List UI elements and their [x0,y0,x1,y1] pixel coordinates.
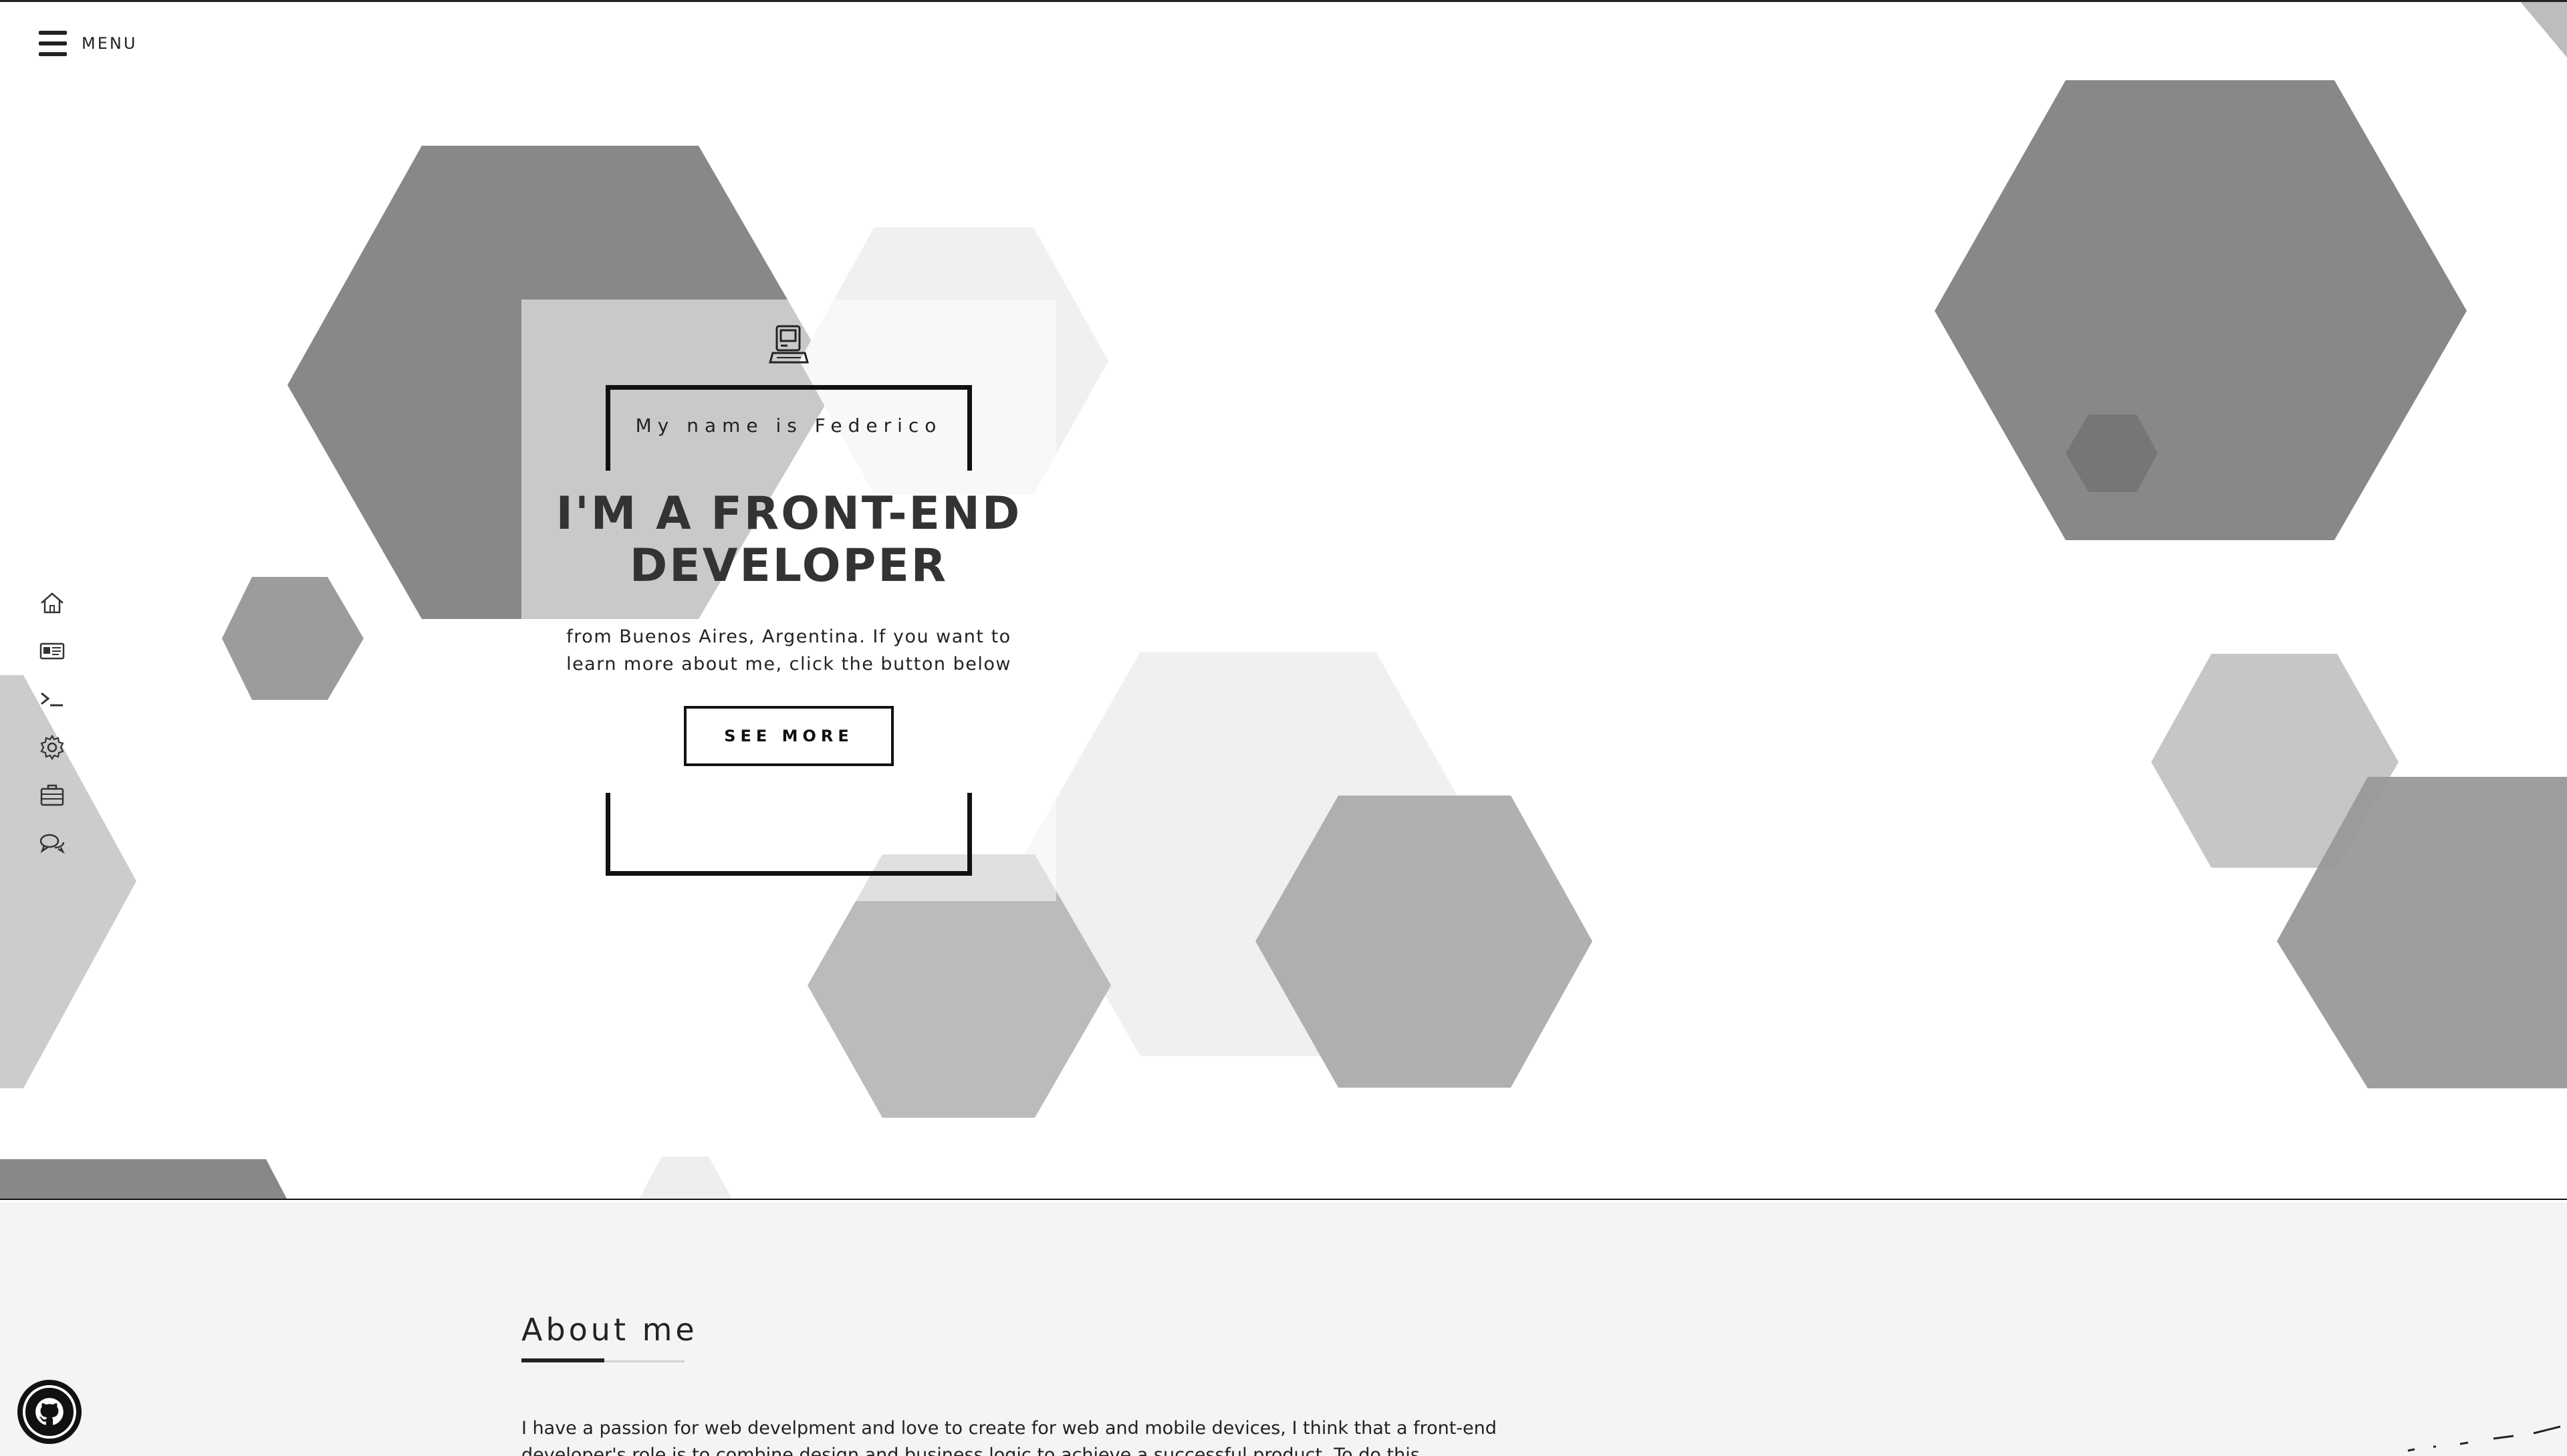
terminal-icon [41,692,63,707]
hero-section: My name is Federico I'M A FRONT-END DEVE… [0,0,2567,1200]
briefcase-icon [40,784,64,806]
nav-settings[interactable] [37,733,67,762]
about-title: About me [521,1312,698,1348]
gear-icon [40,734,64,761]
decorative-scribble [2407,1425,2561,1452]
github-link[interactable] [17,1380,82,1444]
nav-portfolio[interactable] [37,781,67,810]
computer-icon [769,325,809,364]
hexagon-background [0,0,2567,1200]
hamburger-icon [39,31,67,56]
see-more-button[interactable]: SEE MORE [684,706,894,766]
page: My name is Federico I'M A FRONT-END DEVE… [0,0,2567,1456]
about-section: About me I have a passion for web develp… [0,1203,2567,1456]
nav-about[interactable] [37,636,67,666]
hexagon-shape [222,577,364,700]
github-icon [35,1398,64,1425]
hero-tagline: My name is Federico [635,414,943,437]
about-paragraph: I have a passion for web develpment and … [521,1418,1497,1439]
top-border [0,0,2567,2]
hero-subtitle: from Buenos Aires, Argentina. If you wan… [566,626,1011,675]
hero-title: I'M A FRONT-END DEVELOPER [521,488,1056,592]
side-nav [37,588,67,858]
chat-bubbles-icon [39,834,65,854]
nav-home[interactable] [37,588,67,618]
intro-card: My name is Federico I'M A FRONT-END DEVE… [521,299,1056,901]
frame-bottom-bracket [606,793,972,876]
nav-contact[interactable] [37,829,67,858]
hexagon-shape [638,1157,733,1200]
hexagon-shape [0,675,136,1088]
hexagon-shape [1935,80,2467,540]
hexagon-shape [0,1159,287,1200]
nav-skills[interactable] [37,685,67,714]
hero-title-line2: DEVELOPER [629,539,949,592]
hexagon-shape [2519,0,2567,57]
menu-toggle[interactable]: MENU [39,31,137,56]
section-divider [0,1199,2567,1200]
hero-title-line1: I'M A FRONT-END [556,487,1022,540]
home-icon [41,592,64,614]
about-paragraph-continued: developer's role is to combine design an… [521,1445,1437,1456]
about-underline-accent [521,1358,604,1362]
menu-label: MENU [82,34,138,53]
id-card-icon [39,642,65,660]
